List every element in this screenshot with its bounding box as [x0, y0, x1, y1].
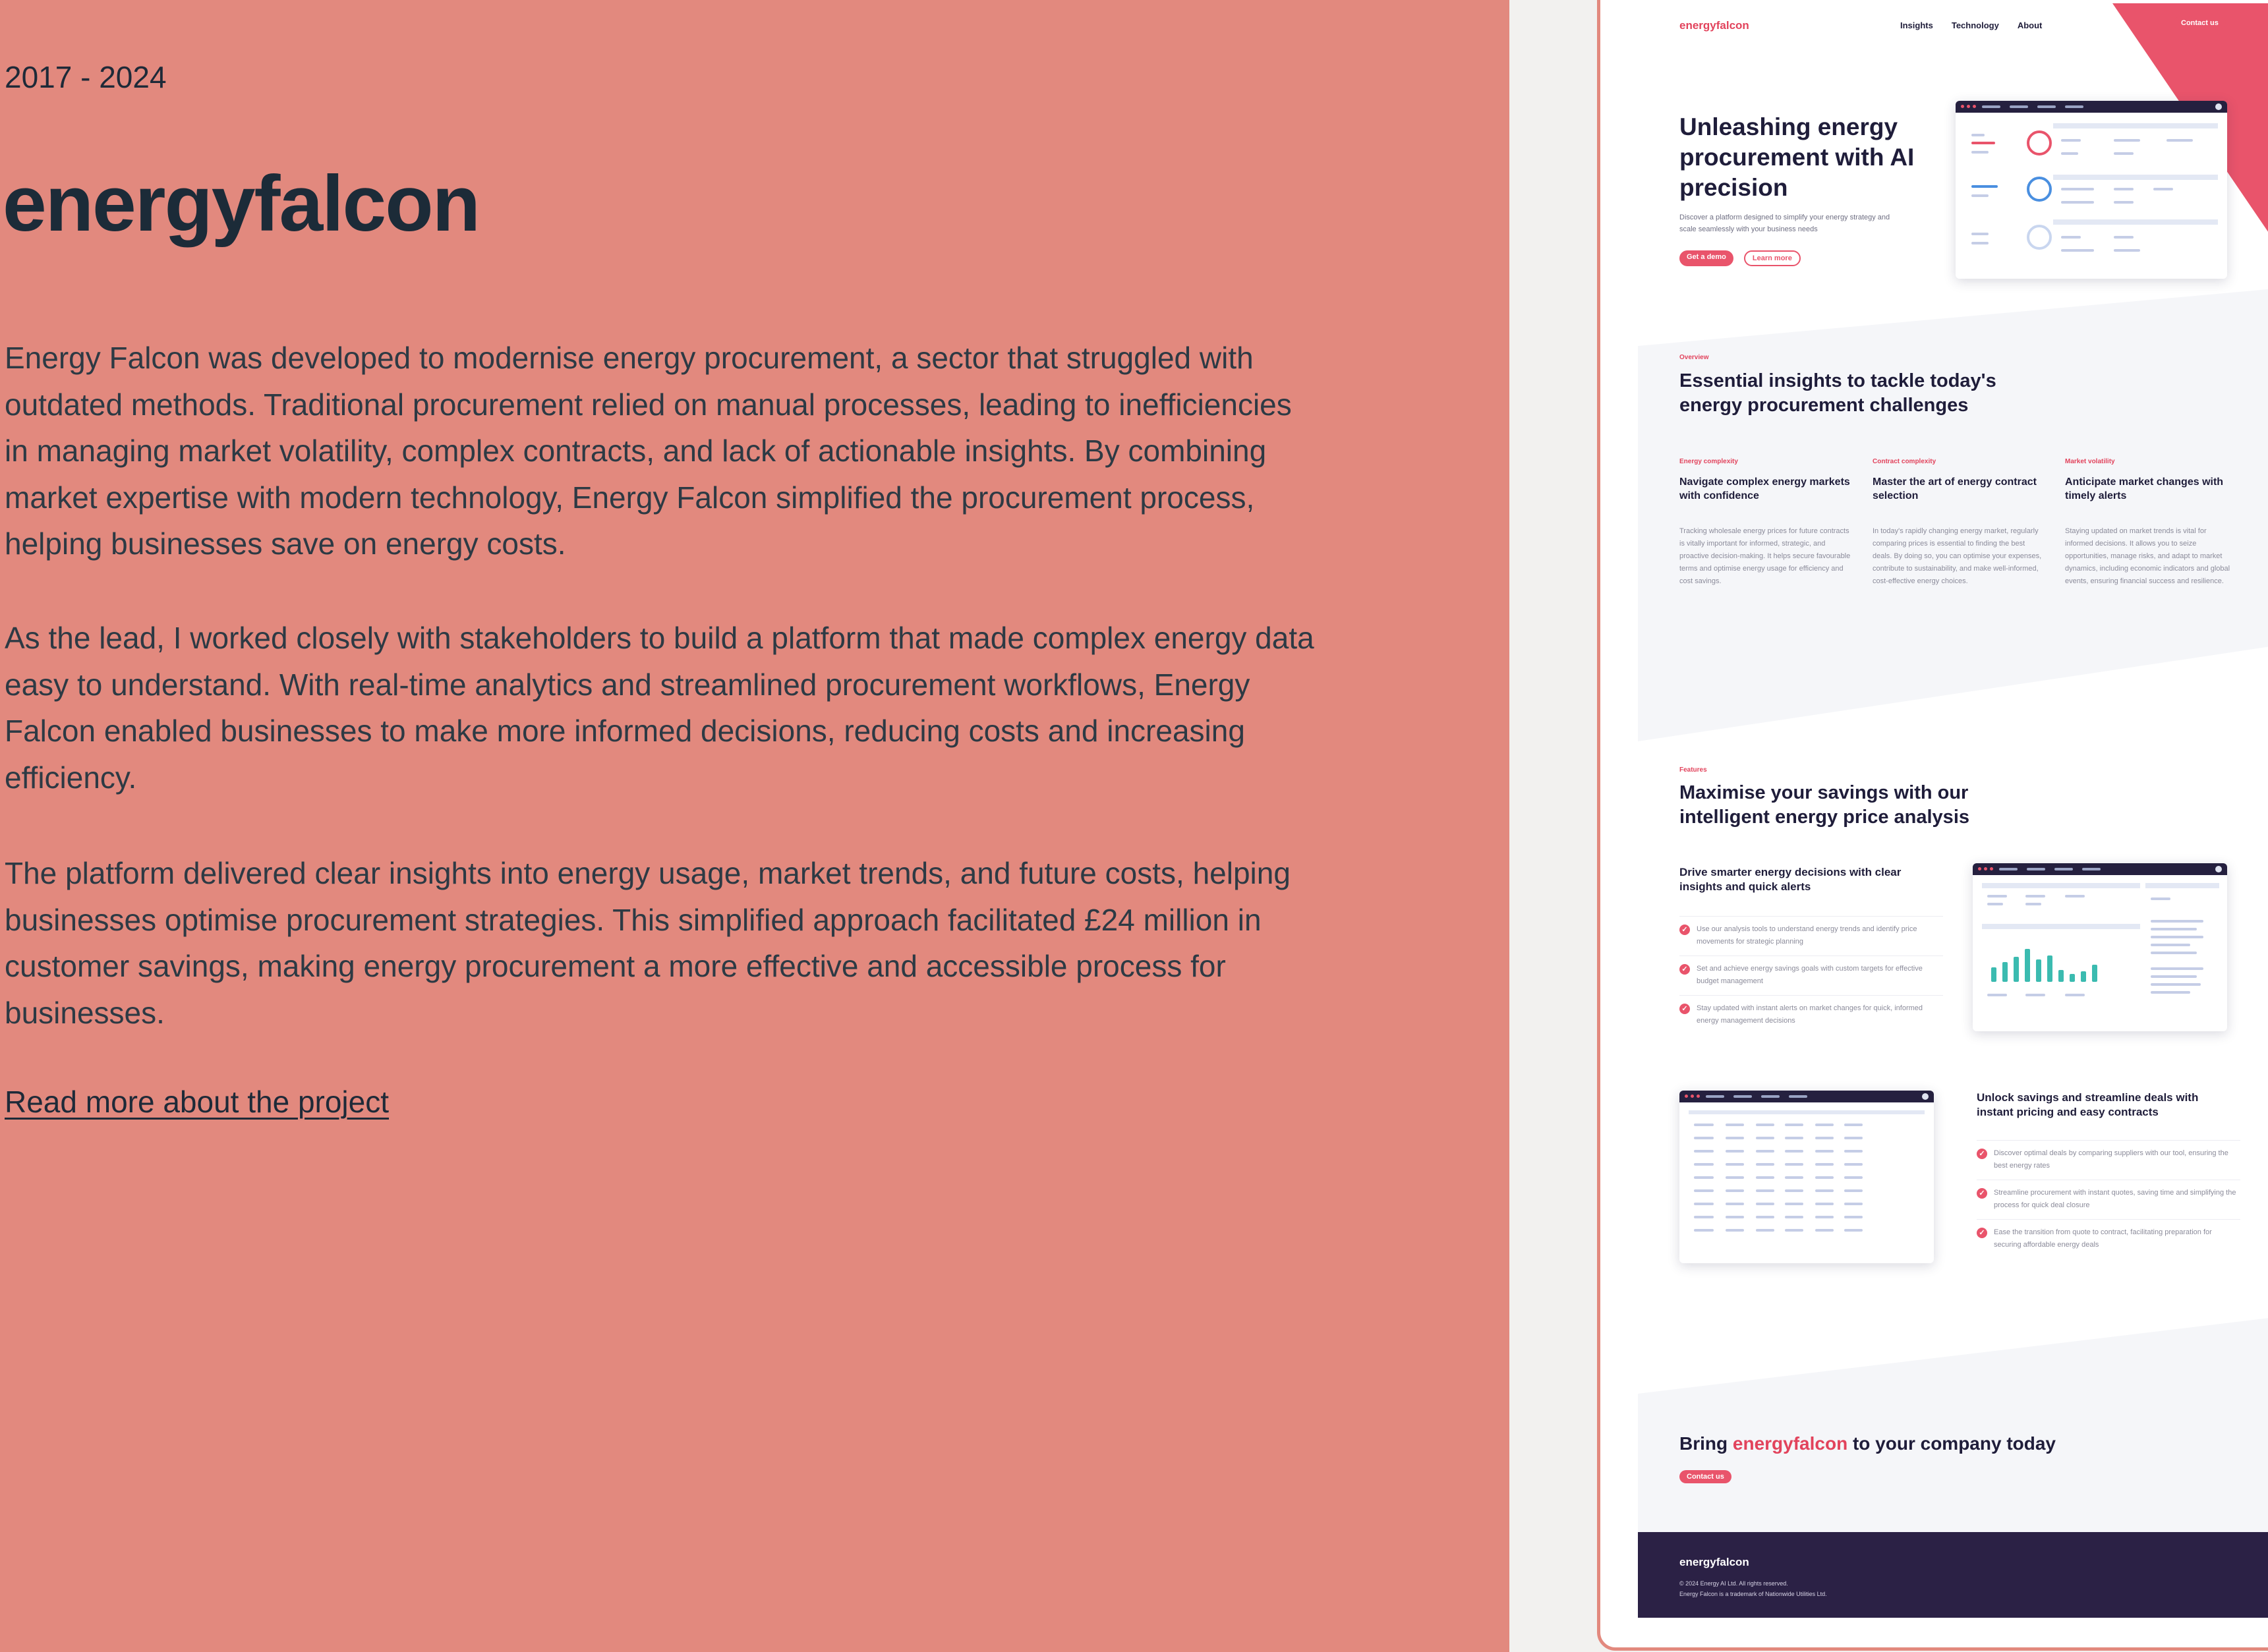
site-nav: Insights Technology About	[1900, 20, 2042, 30]
case-study-panel: 2017 - 2024 energyfalcon Energy Falcon w…	[0, 0, 1509, 1652]
window-dots-icon	[1961, 105, 1976, 108]
features-eyebrow: Features	[1679, 766, 1707, 774]
feature2-item: ✓ Ease the transition from quote to contr…	[1977, 1219, 2240, 1251]
column-eyebrow-market: Market volatility	[2065, 458, 2115, 465]
overview-heading: Essential insights to tackle today's ene…	[1679, 370, 1996, 416]
read-more-link[interactable]: Read more about the project	[5, 1084, 389, 1120]
overview-eyebrow: Overview	[1679, 354, 1709, 361]
contracts-mockup	[1679, 1091, 1934, 1263]
check-circle-icon: ✓	[1977, 1228, 1987, 1238]
nav-item-technology[interactable]: Technology	[1952, 20, 1999, 30]
column-heading-energy: Navigate complex energy markets with con…	[1679, 476, 1850, 501]
project-years: 2017 - 2024	[5, 60, 167, 94]
hero-heading: Unleashing energy procurement with AI pr…	[1679, 113, 1915, 201]
check-circle-icon: ✓	[1679, 925, 1690, 935]
column-heading-market: Anticipate market changes with timely al…	[2065, 476, 2224, 501]
cta-background	[1638, 1315, 2268, 1532]
feature2-item: ✓ Discover optimal deals by comparing sup…	[1977, 1140, 2240, 1172]
chart-ring	[2027, 130, 2052, 156]
analytics-mockup	[1973, 863, 2227, 1031]
footer-legal: © 2024 Energy AI Ltd. All rights reserve…	[1679, 1578, 1827, 1599]
column-eyebrow-energy: Energy complexity	[1679, 458, 1738, 465]
footer-logo[interactable]: energyfalcon	[1679, 1556, 1749, 1569]
project-description-3: The platform delivered clear insights in…	[5, 856, 1291, 1030]
website-preview: energyfalcon Insights Technology About C…	[1638, 3, 2268, 1618]
bar-chart-thumbnail	[1991, 948, 2097, 982]
column-body-energy: Tracking wholesale energy prices for fut…	[1679, 527, 1851, 585]
hero-actions: Get a demo Learn more	[1679, 250, 1801, 266]
feature1-heading: Drive smarter energy decisions with clea…	[1679, 866, 1902, 893]
hero-dashboard-mockup	[1956, 101, 2227, 279]
feature1-item: ✓ Set and achieve energy savings goals wi…	[1679, 955, 1943, 988]
nav-item-about[interactable]: About	[2018, 20, 2043, 30]
overview-background	[1638, 287, 2268, 741]
cta-heading: Bring energyfalcon to your company today	[1679, 1433, 2056, 1454]
nav-contact-button[interactable]: Contact us	[2174, 16, 2226, 30]
project-description-1: Energy Falcon was developed to modernise…	[5, 341, 1292, 561]
features-heading: Maximise your savings with our intellige…	[1679, 782, 1969, 828]
column-heading-contract: Master the art of energy contract select…	[1873, 476, 2037, 501]
hero-subtext: Discover a platform designed to simplify…	[1679, 214, 1890, 233]
site-footer: energyfalcon © 2024 Energy AI Ltd. All r…	[1638, 1532, 2268, 1618]
feature1-item: ✓ Use our analysis tools to understand en…	[1679, 916, 1943, 948]
check-circle-icon: ✓	[1977, 1149, 1987, 1159]
avatar-icon	[2215, 103, 2222, 110]
feature1-item: ✓ Stay updated with instant alerts on mar…	[1679, 995, 1943, 1027]
check-circle-icon: ✓	[1977, 1188, 1987, 1199]
get-demo-button[interactable]: Get a demo	[1679, 250, 1733, 266]
learn-more-button[interactable]: Learn more	[1743, 250, 1801, 266]
website-preview-frame: energyfalcon Insights Technology About C…	[1597, 0, 2268, 1651]
chart-ring	[2027, 225, 2052, 250]
chart-ring	[2027, 177, 2052, 202]
project-title: energyfalcon	[3, 159, 480, 248]
column-body-market: Staying updated on market trends is vita…	[2065, 527, 2230, 585]
check-circle-icon: ✓	[1679, 964, 1690, 975]
footer-copyright: © 2024 Energy AI Ltd. All rights reserve…	[1679, 1580, 1788, 1587]
check-circle-icon: ✓	[1679, 1004, 1690, 1014]
project-description-2: As the lead, I worked closely with stake…	[5, 621, 1314, 795]
column-eyebrow-contract: Contract complexity	[1873, 458, 1936, 465]
feature2-heading: Unlock savings and streamline deals with…	[1977, 1091, 2199, 1118]
mockup-titlebar	[1956, 101, 2227, 113]
feature2-item: ✓ Streamline procurement with instant quo…	[1977, 1180, 2240, 1212]
column-body-contract: In today's rapidly changing energy marke…	[1873, 527, 2042, 585]
cta-contact-button[interactable]: Contact us	[1679, 1470, 1731, 1483]
site-logo[interactable]: energyfalcon	[1679, 19, 1749, 32]
cta-brand-accent: energyfalcon	[1732, 1433, 1848, 1454]
nav-item-insights[interactable]: Insights	[1900, 20, 1933, 30]
footer-trademark: Energy Falcon is a trademark of Nationwi…	[1679, 1591, 1827, 1597]
